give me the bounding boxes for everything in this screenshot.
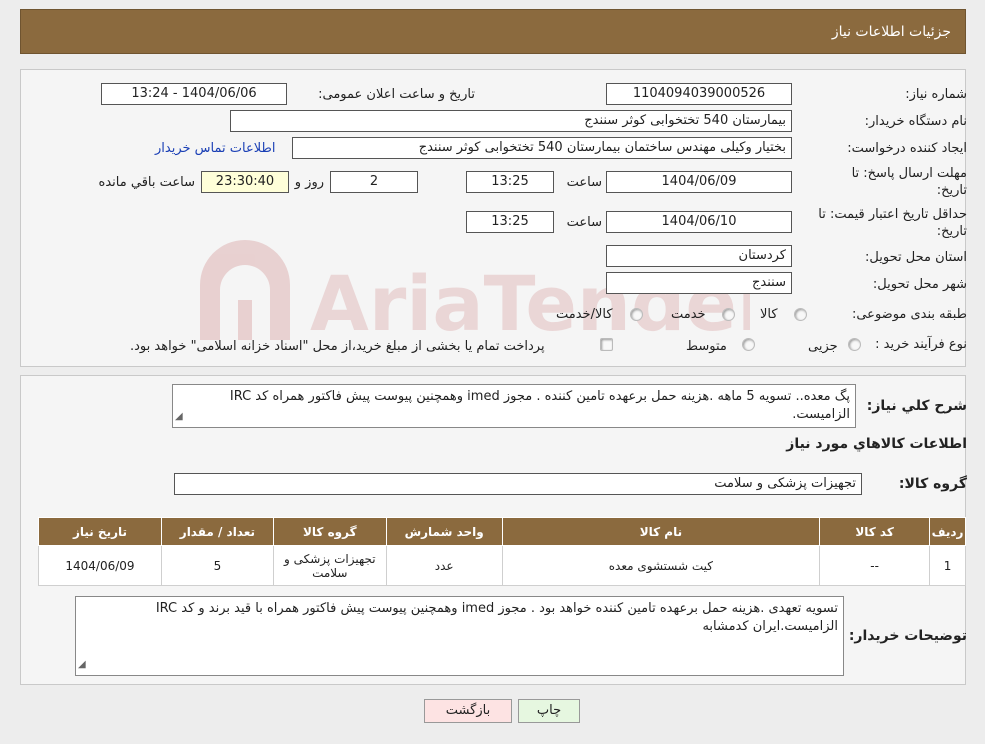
process-radio-minor[interactable] bbox=[848, 338, 861, 351]
process-radio-medium[interactable] bbox=[742, 338, 755, 351]
cell-group: تجهیزات پزشکی و سلامت bbox=[272, 545, 387, 586]
deadline-time-label: ساعت bbox=[566, 175, 602, 190]
creator-field: بختیار وکیلی مهندس ساختمان بیمارستان 540… bbox=[292, 137, 792, 159]
col-date: تاریخ نیاز bbox=[38, 517, 162, 546]
cell-row: 1 bbox=[929, 545, 966, 586]
days-label: روز و bbox=[294, 175, 324, 190]
items-table-header: رديف کد کالا نام کالا واحد شمارش گروه کا… bbox=[38, 517, 966, 546]
buyer-contact-link[interactable]: اطلاعات تماس خریدار bbox=[155, 141, 275, 156]
days-field: 2 bbox=[330, 171, 418, 193]
cell-name: کیت شستشوی معده bbox=[501, 545, 821, 586]
province-label: استان محل تحویل: bbox=[865, 250, 967, 265]
cell-date: 1404/06/09 bbox=[38, 545, 162, 586]
buyer-notes-label: توضیحات خریدار: bbox=[848, 628, 967, 644]
summary-text: پگ معده.. تسویه 5 ماهه .هزینه حمل برعهده… bbox=[229, 389, 850, 422]
need-number-label: شماره نیاز: bbox=[905, 87, 967, 102]
creator-label: ایجاد کننده درخواست: bbox=[847, 141, 967, 156]
category-radio-goods-service[interactable] bbox=[630, 308, 643, 321]
category-option-goods: کالا bbox=[760, 307, 778, 322]
process-option-minor: جزیی bbox=[808, 339, 838, 354]
remaining-time-label: ساعت باقي مانده bbox=[98, 175, 195, 190]
cell-unit: عدد bbox=[385, 545, 503, 586]
summary-label: شرح کلي نياز: bbox=[866, 398, 967, 414]
items-table-wrapper: رديف کد کالا نام کالا واحد شمارش گروه کا… bbox=[38, 517, 966, 586]
deadline-time-field: 13:25 bbox=[466, 171, 554, 193]
process-label: نوع فرآیند خرید : bbox=[875, 337, 967, 352]
col-name: نام کالا bbox=[501, 517, 821, 546]
buyer-notes-textarea[interactable]: تسویه تعهدی .هزینه حمل برعهده تامین کنند… bbox=[75, 596, 844, 676]
need-number-field: 1104094039000526 bbox=[606, 83, 792, 105]
category-radio-goods[interactable] bbox=[794, 308, 807, 321]
buyer-org-field: بیمارستان 540 تختخوابی کوثر سنندج bbox=[230, 110, 792, 132]
summary-textarea[interactable]: پگ معده.. تسویه 5 ماهه .هزینه حمل برعهده… bbox=[172, 384, 856, 428]
deadline-date-field: 1404/06/09 bbox=[606, 171, 792, 193]
city-label: شهر محل تحویل: bbox=[872, 277, 967, 292]
buyer-org-label: نام دستگاه خریدار: bbox=[864, 114, 967, 129]
col-qty: تعداد / مقدار bbox=[160, 517, 274, 546]
validity-label-date: تاریخ: bbox=[936, 224, 967, 239]
print-button[interactable]: چاپ bbox=[518, 699, 580, 723]
back-button[interactable]: بازگشت bbox=[424, 699, 512, 723]
validity-label: حداقل تاریخ اعتبار قیمت: تا bbox=[818, 207, 967, 222]
validity-time-field: 13:25 bbox=[466, 211, 554, 233]
cell-code: -- bbox=[819, 545, 931, 586]
province-field: کردستان bbox=[606, 245, 792, 267]
process-option-medium: متوسط bbox=[686, 339, 727, 354]
page-title: جزئیات اطلاعات نیاز bbox=[831, 24, 951, 40]
category-label: طبقه بندی موضوعی: bbox=[851, 307, 967, 322]
category-option-goods-service: کالا/خدمت bbox=[556, 307, 613, 322]
resize-grip-icon[interactable]: ◢ bbox=[78, 656, 86, 674]
col-code: کد کالا bbox=[819, 517, 931, 546]
validity-time-label: ساعت bbox=[566, 215, 602, 230]
announce-date-label: تاریخ و ساعت اعلان عمومی: bbox=[318, 87, 475, 102]
goods-section-title: اطلاعات کالاهاي مورد نياز bbox=[786, 436, 967, 452]
resize-grip-icon[interactable]: ◢ bbox=[175, 408, 183, 426]
process-note: پرداخت تمام یا بخشی از مبلغ خرید،از محل … bbox=[130, 339, 545, 354]
table-row[interactable]: 1 -- کیت شستشوی معده عدد تجهیزات پزشکی و… bbox=[38, 545, 966, 586]
items-table: رديف کد کالا نام کالا واحد شمارش گروه کا… bbox=[38, 517, 966, 586]
category-radio-service[interactable] bbox=[722, 308, 735, 321]
announce-date-field: 1404/06/06 - 13:24 bbox=[101, 83, 287, 105]
cell-qty: 5 bbox=[160, 545, 274, 586]
goods-group-field: تجهیزات پزشکی و سلامت bbox=[174, 473, 862, 495]
col-group: گروه کالا bbox=[272, 517, 387, 546]
deadline-label: مهلت ارسال پاسخ: تا bbox=[851, 166, 967, 181]
city-field: سنندج bbox=[606, 272, 792, 294]
process-checkbox-treasury[interactable] bbox=[600, 338, 613, 351]
goods-group-label: گروه کالا: bbox=[898, 476, 967, 492]
deadline-label-date: تاریخ: bbox=[936, 183, 967, 198]
col-row: رديف bbox=[929, 517, 966, 546]
page-header: جزئیات اطلاعات نیاز bbox=[20, 9, 966, 54]
buyer-notes-text: تسویه تعهدی .هزینه حمل برعهده تامین کنند… bbox=[155, 601, 838, 634]
remaining-time-field: 23:30:40 bbox=[201, 171, 289, 193]
category-option-service: خدمت bbox=[671, 307, 706, 322]
validity-date-field: 1404/06/10 bbox=[606, 211, 792, 233]
col-unit: واحد شمارش bbox=[385, 517, 503, 546]
